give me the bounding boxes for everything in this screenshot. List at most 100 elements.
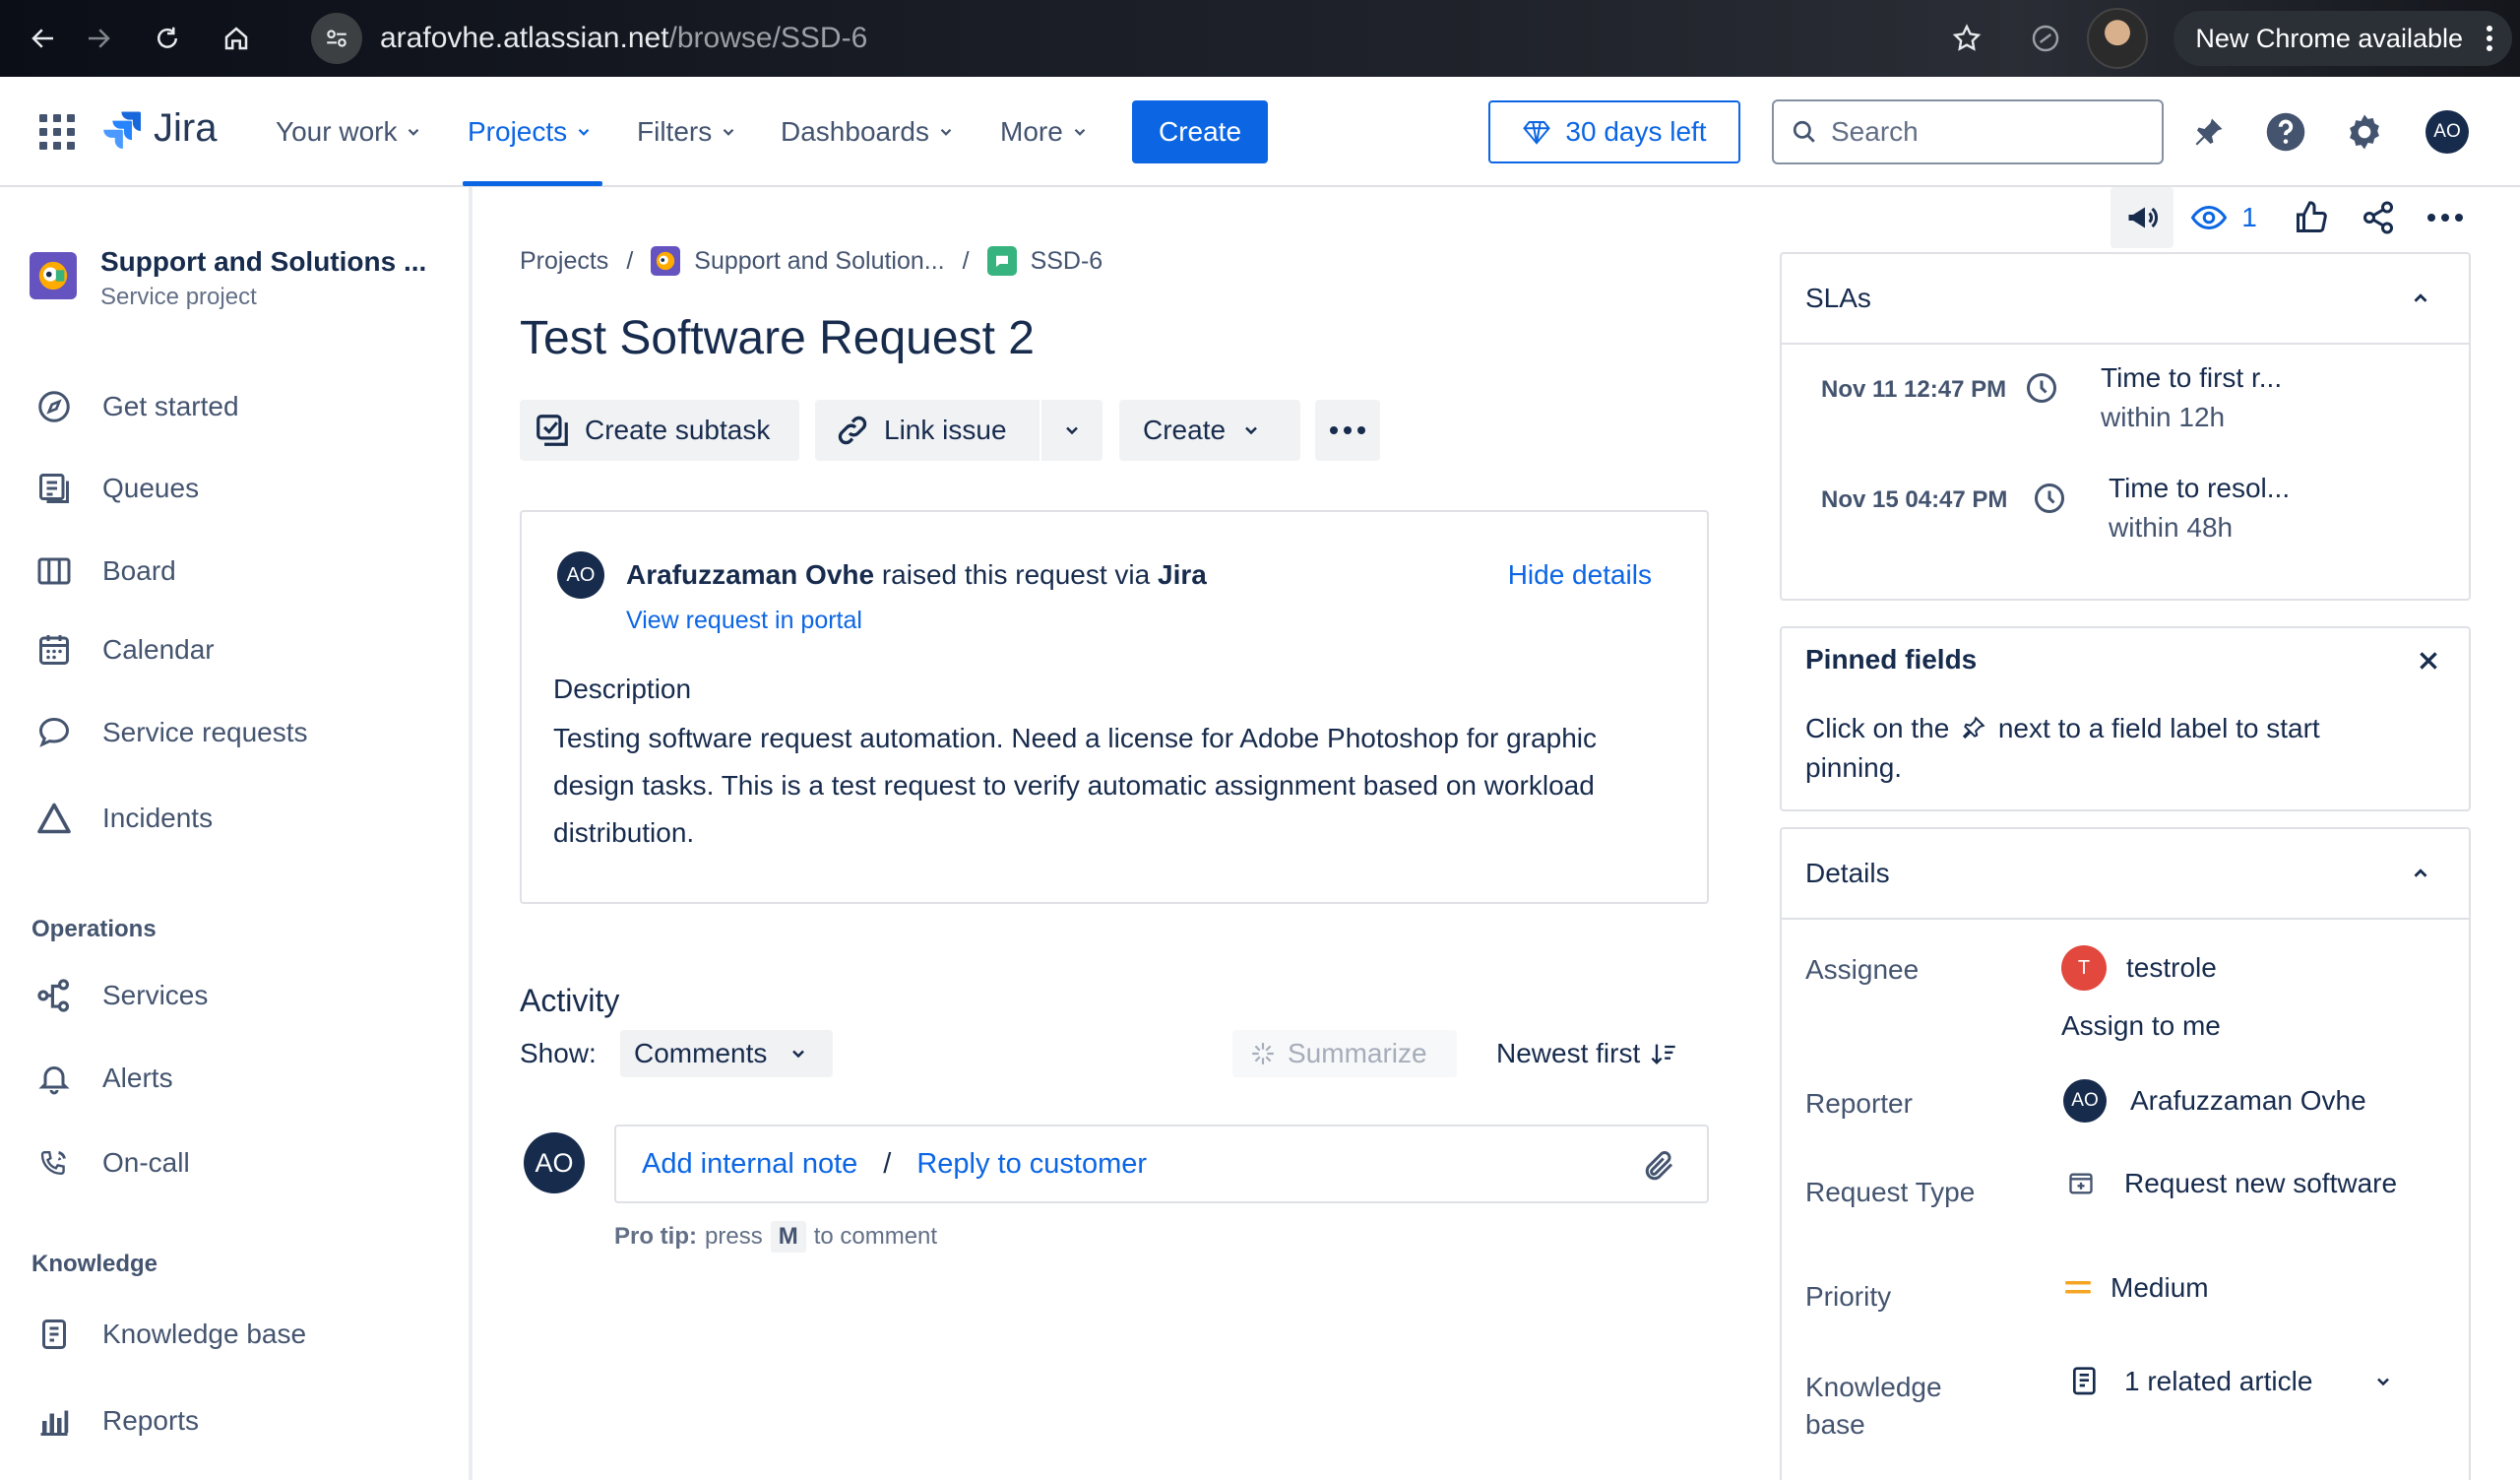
site-settings-icon[interactable] xyxy=(311,13,362,64)
request-type-label: Request Type xyxy=(1805,1177,1976,1207)
sidebar-item-get-started[interactable]: Get started xyxy=(33,386,239,427)
feedback-megaphone-icon[interactable] xyxy=(2110,187,2174,248)
issue-toolbar: 1 xyxy=(2110,187,2473,248)
forward-icon[interactable] xyxy=(71,11,126,66)
knowledge-heading: Knowledge xyxy=(32,1251,158,1277)
address-bar[interactable]: arafovhe.atlassian.net/browse/SSD-6 xyxy=(311,12,867,65)
extension-icon[interactable] xyxy=(2018,11,2073,66)
chevron-down-icon xyxy=(2377,1378,2390,1386)
clock-icon xyxy=(2035,483,2064,513)
search-input[interactable]: Search xyxy=(1772,99,2164,164)
breadcrumb-issue[interactable]: SSD-6 xyxy=(1031,247,1103,276)
chrome-update-button[interactable]: New Chrome available xyxy=(2174,11,2512,66)
operations-heading: Operations xyxy=(32,916,157,942)
add-internal-note-link[interactable]: Add internal note xyxy=(642,1148,857,1181)
reporter-value[interactable]: AO Arafuzzaman Ovhe xyxy=(2063,1079,2366,1123)
jira-logo[interactable]: Jira xyxy=(102,106,217,151)
details-header[interactable]: Details xyxy=(1782,829,2469,920)
description-text[interactable]: Testing software request automation. Nee… xyxy=(553,715,1685,857)
sidebar-item-board[interactable]: Board xyxy=(33,550,176,592)
home-icon[interactable] xyxy=(209,11,264,66)
create-subtask-button[interactable]: Create subtask xyxy=(520,400,799,461)
sidebar-item-queues[interactable]: Queues xyxy=(33,468,199,509)
reporter-name[interactable]: Arafuzzaman Ovhe xyxy=(626,559,874,590)
nav-your-work[interactable]: Your work xyxy=(276,116,422,148)
kebab-menu-icon xyxy=(2487,26,2492,51)
priority-value[interactable]: Medium xyxy=(2065,1272,2209,1304)
reply-to-customer-link[interactable]: Reply to customer xyxy=(916,1148,1147,1181)
comment-separator: / xyxy=(883,1147,892,1180)
trial-button[interactable]: 30 days left xyxy=(1488,100,1740,163)
help-icon[interactable] xyxy=(2264,110,2307,154)
view-in-portal-link[interactable]: View request in portal xyxy=(626,607,862,635)
issue-title[interactable]: Test Software Request 2 xyxy=(520,311,1035,365)
jira-top-nav: Jira Your work Projects Filters Dashboar… xyxy=(0,77,2520,187)
share-icon[interactable] xyxy=(2351,187,2406,248)
chevron-down-icon xyxy=(792,1050,805,1059)
assignee-avatar: T xyxy=(2061,945,2107,991)
sort-order-button[interactable]: Newest first xyxy=(1496,1038,1677,1069)
breadcrumb-projects[interactable]: Projects xyxy=(520,247,608,276)
reporter-label: Reporter xyxy=(1805,1088,1913,1119)
more-horizontal-icon xyxy=(1330,426,1365,434)
knowledge-base-label: Knowledge base xyxy=(1805,1372,1942,1440)
more-actions-button[interactable] xyxy=(1315,400,1380,461)
slas-header[interactable]: SLAs xyxy=(1782,254,2469,345)
warning-icon xyxy=(33,798,75,839)
sidebar-item-alerts[interactable]: Alerts xyxy=(33,1058,173,1099)
assignee-value[interactable]: T testrole xyxy=(2061,945,2217,991)
knowledge-base-value[interactable]: 1 related article xyxy=(2069,1365,2393,1398)
current-user-avatar: AO xyxy=(524,1132,585,1193)
project-header[interactable]: Support and Solutions ... Service projec… xyxy=(30,246,426,311)
close-icon[interactable] xyxy=(2416,648,2441,674)
chevron-down-icon xyxy=(940,128,952,136)
chevron-down-icon xyxy=(578,128,590,136)
user-avatar[interactable]: AO xyxy=(2426,110,2469,154)
sidebar-item-reports[interactable]: Reports xyxy=(33,1400,199,1442)
subtask-icon xyxy=(536,415,568,446)
search-icon xyxy=(1793,120,1815,143)
more-horizontal-icon[interactable] xyxy=(2418,187,2473,248)
link-issue-button[interactable]: Link issue xyxy=(815,400,1040,461)
nav-filters[interactable]: Filters xyxy=(637,116,737,148)
thumbs-up-icon[interactable] xyxy=(2284,187,2339,248)
breadcrumb: Projects / Support and Solution... / SSD… xyxy=(520,246,1102,276)
sidebar-item-calendar[interactable]: Calendar xyxy=(33,629,215,671)
bookmark-star-icon[interactable] xyxy=(1939,11,1994,66)
watch-button[interactable]: 1 xyxy=(2181,187,2264,248)
link-icon xyxy=(838,416,867,445)
profile-avatar[interactable] xyxy=(2087,8,2149,69)
chevron-down-icon xyxy=(409,128,419,136)
app-switcher-icon[interactable] xyxy=(39,114,75,150)
summarize-button[interactable]: Summarize xyxy=(1232,1030,1457,1077)
pin-icon xyxy=(1962,716,1985,740)
notifications-icon[interactable] xyxy=(2187,110,2231,154)
activity-filter-dropdown[interactable]: Comments xyxy=(620,1030,833,1077)
settings-gear-icon[interactable] xyxy=(2343,110,2386,154)
create-button[interactable]: Create xyxy=(1132,100,1268,163)
chevron-down-icon xyxy=(1074,128,1086,136)
watchers-count: 1 xyxy=(2241,202,2257,232)
hide-details-link[interactable]: Hide details xyxy=(1508,559,1652,591)
sidebar-item-knowledge-base[interactable]: Knowledge base xyxy=(33,1314,306,1355)
nav-more[interactable]: More xyxy=(1000,116,1089,148)
sidebar-item-incidents[interactable]: Incidents xyxy=(33,798,213,839)
reload-icon[interactable] xyxy=(140,11,195,66)
nav-dashboards[interactable]: Dashboards xyxy=(781,116,955,148)
raised-by-text: Arafuzzaman Ovhe raised this request via… xyxy=(626,559,1207,590)
request-type-value[interactable]: Request new software xyxy=(2067,1168,2397,1199)
sidebar-item-on-call[interactable]: On-call xyxy=(33,1142,190,1184)
nav-projects[interactable]: Projects xyxy=(468,116,593,148)
link-issue-dropdown[interactable] xyxy=(1041,400,1102,461)
assign-to-me-link[interactable]: Assign to me xyxy=(2061,1010,2221,1042)
sidebar-item-services[interactable]: Services xyxy=(33,975,208,1016)
breadcrumb-project[interactable]: Support and Solution... xyxy=(694,247,944,276)
back-icon[interactable] xyxy=(16,11,71,66)
attachment-icon[interactable] xyxy=(1642,1148,1677,1184)
create-dropdown-button[interactable]: Create xyxy=(1119,400,1300,461)
queues-icon xyxy=(33,468,75,509)
sidebar-item-service-requests[interactable]: Service requests xyxy=(33,712,308,753)
sparkle-icon xyxy=(1252,1043,1274,1064)
comment-editor[interactable]: Add internal note / Reply to customer xyxy=(614,1125,1709,1203)
pinned-fields-hint: Click on the next to a field label to st… xyxy=(1805,713,2320,783)
